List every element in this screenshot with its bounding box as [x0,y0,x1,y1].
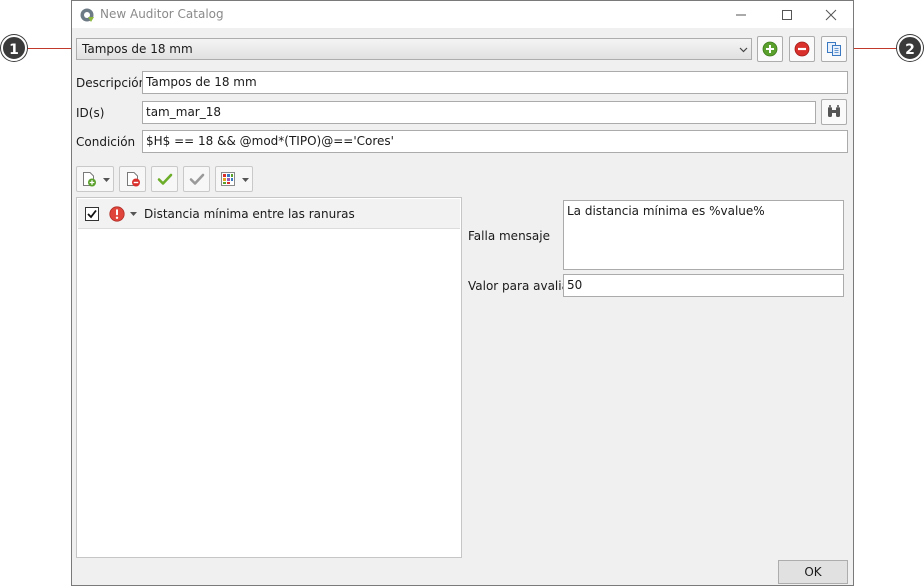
binoculars-icon [828,105,840,117]
callout-2: 2 [897,35,923,61]
fail-message-field[interactable]: La distancia mínima es %value% [563,200,844,270]
copy-icon [827,42,841,56]
close-button[interactable] [808,1,854,28]
description-label: Descripción [76,76,147,90]
grid-options-dropdown-button[interactable] [215,166,253,192]
fail-message-label: Falla mensaje [468,229,550,243]
value-to-evaluate-field[interactable]: 50 [563,274,844,297]
ok-button[interactable]: OK [778,560,848,584]
severity-dropdown-arrow-icon[interactable] [130,212,137,216]
value-to-evaluate-label: Valor para avaliar [468,279,574,293]
close-icon [825,9,837,20]
chevron-down-icon [103,178,110,182]
chevron-down-icon [739,47,748,53]
minimize-button[interactable] [718,1,764,28]
rules-list: Distancia mínima entre las ranuras [76,197,462,558]
rule-checkbox[interactable] [85,207,99,221]
callout-1: 1 [1,35,27,61]
maximize-icon [782,9,792,20]
uncheck-all-button[interactable] [183,166,210,192]
description-field[interactable]: Tampos de 18 mm [142,71,848,94]
window-title: New Auditor Catalog [100,7,224,21]
add-icon [762,41,778,57]
chevron-down-icon [242,178,249,182]
checkbox-checkmark-icon [87,209,97,219]
check-all-button[interactable] [151,166,178,192]
checkmark-gray-icon [189,173,205,185]
minimize-icon [736,14,746,15]
add-catalog-button[interactable] [757,36,783,62]
rule-label: Distancia mínima entre las ranuras [144,207,355,221]
ids-label: ID(s) [76,106,105,120]
remove-rule-button[interactable] [119,166,146,192]
condition-label: Condición [76,135,136,149]
find-ids-button[interactable] [821,99,847,125]
checkmark-icon [157,173,173,185]
catalog-selector-value: Tampos de 18 mm [82,42,193,56]
remove-icon [794,41,810,57]
condition-field[interactable]: $H$ == 18 && @mod*(TIPO)@=='Cores' [142,130,848,153]
remove-rule-icon [127,172,140,187]
ids-field[interactable]: tam_mar_18 [142,101,816,124]
title-bar: New Auditor Catalog [72,1,853,28]
add-rule-dropdown-button[interactable] [76,166,114,192]
maximize-button[interactable] [764,1,810,28]
copy-catalog-button[interactable] [821,36,847,62]
app-logo-icon [80,8,94,22]
remove-catalog-button[interactable] [789,36,815,62]
grid-icon [221,172,235,186]
catalog-selector[interactable]: Tampos de 18 mm [76,38,752,60]
error-severity-icon[interactable] [109,206,125,222]
auditor-catalog-window: New Auditor Catalog Tampos de 18 mm Desc… [71,0,854,586]
list-item[interactable]: Distancia mínima entre las ranuras [78,199,460,229]
add-rule-icon [83,172,96,187]
